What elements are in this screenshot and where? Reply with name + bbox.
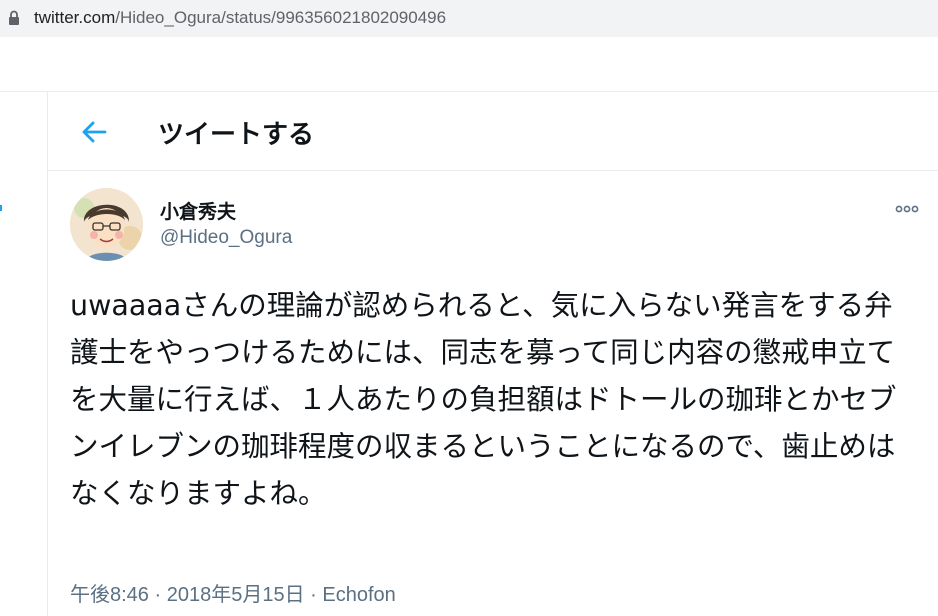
browser-spacer [0,37,938,92]
left-sidebar-column [0,92,48,616]
tweet-source[interactable]: Echofon [322,584,395,606]
url-domain: twitter.com [34,8,116,27]
url-path: /Hideo_Ogura/status/996356021802090496 [115,8,447,27]
author-handle[interactable]: @Hideo_Ogura [160,227,292,249]
browser-address-bar[interactable]: twitter.com/Hideo_Ogura/status/996356021… [0,0,938,37]
back-arrow-icon[interactable] [81,120,107,144]
tweet-text: uwaaaaさんの理論が認められると、気に入らない発言をする弁護士をやっつけるた… [70,289,897,510]
page-title: ツイートする [158,120,315,150]
tweet-date[interactable]: 2018年5月15日 [167,584,305,606]
tweet-metadata: 午後8:46 · 2018年5月15日 · Echofon [70,578,396,607]
tweet-time[interactable]: 午後8:46 [70,584,149,606]
lock-icon [9,10,19,25]
sidebar-edge-mark [0,200,3,214]
tweet-page-header: ツイートする [48,92,938,171]
url-text[interactable]: twitter.com/Hideo_Ogura/status/996356021… [34,8,446,28]
meta-separator: · [310,584,317,606]
avatar-illustration [70,188,143,261]
meta-separator: · [154,584,162,606]
more-options-icon[interactable] [892,198,922,220]
author-name[interactable]: 小倉秀夫 [160,197,236,224]
avatar[interactable] [70,188,143,261]
